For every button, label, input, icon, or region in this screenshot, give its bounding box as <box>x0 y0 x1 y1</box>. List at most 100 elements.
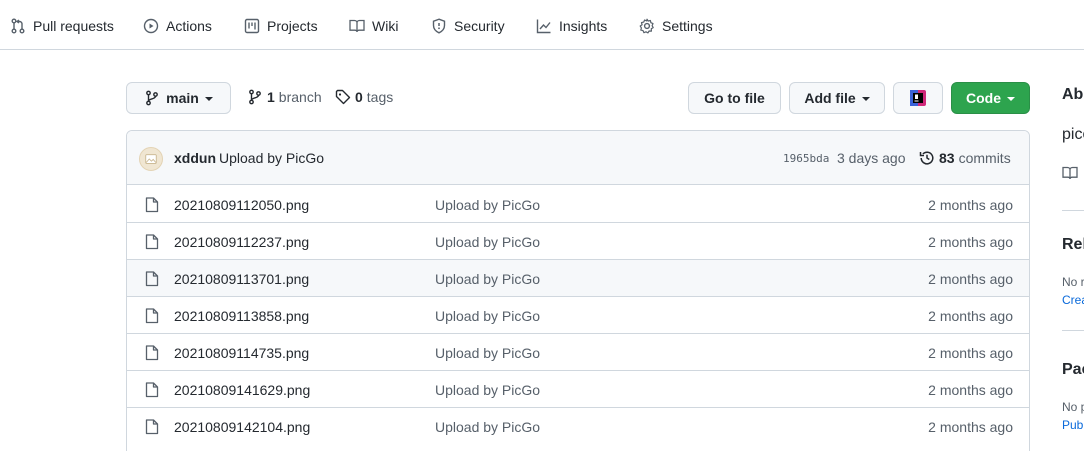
pull-request-icon <box>11 18 25 34</box>
tab-label: Settings <box>662 18 713 34</box>
branch-count: 1 <box>267 89 275 105</box>
file-age: 2 months ago <box>928 197 1013 213</box>
file-icon <box>145 382 159 398</box>
play-icon <box>143 18 159 34</box>
add-file-button[interactable]: Add file <box>789 82 885 114</box>
commit-message[interactable]: Upload by PicGo <box>219 150 324 166</box>
releases-empty-text: No r <box>1062 275 1084 289</box>
branch-selector-button[interactable]: main <box>126 82 231 114</box>
packages-heading[interactable]: Pac <box>1062 361 1084 379</box>
table-row[interactable]: 20210809114735.png Upload by PicGo 2 mon… <box>127 333 1029 370</box>
tab-label: Security <box>454 18 505 34</box>
tab-insights[interactable]: Insights <box>536 16 607 36</box>
file-icon <box>145 271 159 287</box>
tab-label: Projects <box>267 18 318 34</box>
go-to-file-label: Go to file <box>704 90 765 106</box>
tab-label: Pull requests <box>33 18 114 34</box>
tab-pull-requests[interactable]: Pull requests <box>10 16 114 36</box>
tag-word: tags <box>366 89 394 105</box>
tab-settings[interactable]: Settings <box>639 16 713 36</box>
file-commit-message[interactable]: Upload by PicGo <box>435 308 540 324</box>
tag-count: 0 <box>355 89 363 105</box>
packages-empty-text: No p <box>1062 400 1084 414</box>
table-row[interactable]: 20210809112050.png Upload by PicGo 2 mon… <box>127 186 1029 222</box>
table-row[interactable]: 20210809142104.png Upload by PicGo 2 mon… <box>127 407 1029 444</box>
branch-word: branch <box>278 89 322 105</box>
jetbrains-icon <box>910 90 926 106</box>
file-commit-message[interactable]: Upload by PicGo <box>435 382 540 398</box>
file-name[interactable]: 20210809113858.png <box>174 308 309 324</box>
file-name[interactable]: 20210809141629.png <box>174 382 310 398</box>
table-row[interactable]: 20210809113858.png Upload by PicGo 2 mon… <box>127 296 1029 333</box>
project-icon <box>244 18 260 34</box>
create-release-link[interactable]: Crea <box>1062 293 1084 307</box>
open-in-ide-button[interactable] <box>893 82 943 114</box>
tab-label: Insights <box>559 18 608 34</box>
repo-nav: Pull requests Actions Projects Wiki Secu… <box>0 0 1084 50</box>
file-commit-message[interactable]: Upload by PicGo <box>435 271 540 287</box>
file-age: 2 months ago <box>928 345 1013 361</box>
file-commit-message[interactable]: Upload by PicGo <box>435 197 540 213</box>
table-row[interactable]: 20210809113701.png Upload by PicGo 2 mon… <box>127 259 1029 296</box>
file-age: 2 months ago <box>928 382 1013 398</box>
gear-icon <box>639 18 654 34</box>
file-name[interactable]: 20210809112050.png <box>174 197 309 213</box>
code-label: Code <box>966 90 1001 106</box>
code-button[interactable]: Code <box>951 82 1030 114</box>
go-to-file-button[interactable]: Go to file <box>688 82 781 114</box>
file-name[interactable]: 20210809114735.png <box>174 345 309 361</box>
file-list-box: xddun Upload by PicGo 1965bda 3 days ago… <box>126 130 1030 451</box>
table-row[interactable]: 20210809141629.png Upload by PicGo 2 mon… <box>127 370 1029 407</box>
tags-link[interactable]: 0 tags <box>335 89 393 105</box>
tab-wiki[interactable]: Wiki <box>349 16 398 36</box>
file-icon <box>145 234 159 250</box>
tag-icon <box>335 89 351 105</box>
sidebar-divider <box>1062 330 1084 331</box>
add-file-label: Add file <box>804 90 856 106</box>
commit-count-word: commits <box>958 150 1011 166</box>
latest-commit-bar: xddun Upload by PicGo 1965bda 3 days ago… <box>127 131 1029 185</box>
book-icon <box>349 19 365 33</box>
branch-icon <box>146 90 159 106</box>
chevron-down-icon <box>204 97 213 101</box>
file-commit-message[interactable]: Upload by PicGo <box>435 345 540 361</box>
releases-heading[interactable]: Rel <box>1062 236 1084 254</box>
about-description: pico <box>1062 126 1084 143</box>
file-icon <box>145 308 159 324</box>
file-icon <box>145 419 159 435</box>
shield-icon <box>432 18 446 34</box>
file-age: 2 months ago <box>928 271 1013 287</box>
tab-label: Actions <box>166 18 212 34</box>
history-icon <box>919 151 934 165</box>
book-icon[interactable] <box>1062 165 1078 181</box>
tab-label: Wiki <box>372 18 399 34</box>
file-icon <box>145 197 159 213</box>
file-name[interactable]: 20210809113701.png <box>174 271 309 287</box>
avatar-image-icon <box>145 154 157 164</box>
commits-link[interactable]: 83 commits <box>919 150 1011 166</box>
file-name[interactable]: 20210809112237.png <box>174 234 309 250</box>
branch-icon <box>249 89 261 105</box>
about-heading: Abo <box>1062 86 1084 103</box>
commit-author[interactable]: xddun <box>174 150 216 166</box>
commit-sha[interactable]: 1965bda <box>783 152 829 165</box>
avatar[interactable] <box>139 147 163 171</box>
table-row[interactable]: 20210809112237.png Upload by PicGo 2 mon… <box>127 222 1029 259</box>
chevron-down-icon <box>861 97 870 101</box>
file-rows: 20210809112050.png Upload by PicGo 2 mon… <box>127 186 1029 444</box>
graph-icon <box>536 19 551 34</box>
file-name[interactable]: 20210809142104.png <box>174 419 310 435</box>
file-age: 2 months ago <box>928 419 1013 435</box>
tab-actions[interactable]: Actions <box>143 16 212 36</box>
file-age: 2 months ago <box>928 234 1013 250</box>
file-age: 2 months ago <box>928 308 1013 324</box>
chevron-down-icon <box>1007 97 1015 101</box>
tab-projects[interactable]: Projects <box>244 16 318 36</box>
branch-name: main <box>166 90 199 106</box>
file-icon <box>145 345 159 361</box>
file-commit-message[interactable]: Upload by PicGo <box>435 419 540 435</box>
file-commit-message[interactable]: Upload by PicGo <box>435 234 540 250</box>
publish-package-link[interactable]: Publ <box>1062 418 1084 432</box>
branches-link[interactable]: 1 branch <box>247 89 322 105</box>
tab-security[interactable]: Security <box>431 16 505 36</box>
